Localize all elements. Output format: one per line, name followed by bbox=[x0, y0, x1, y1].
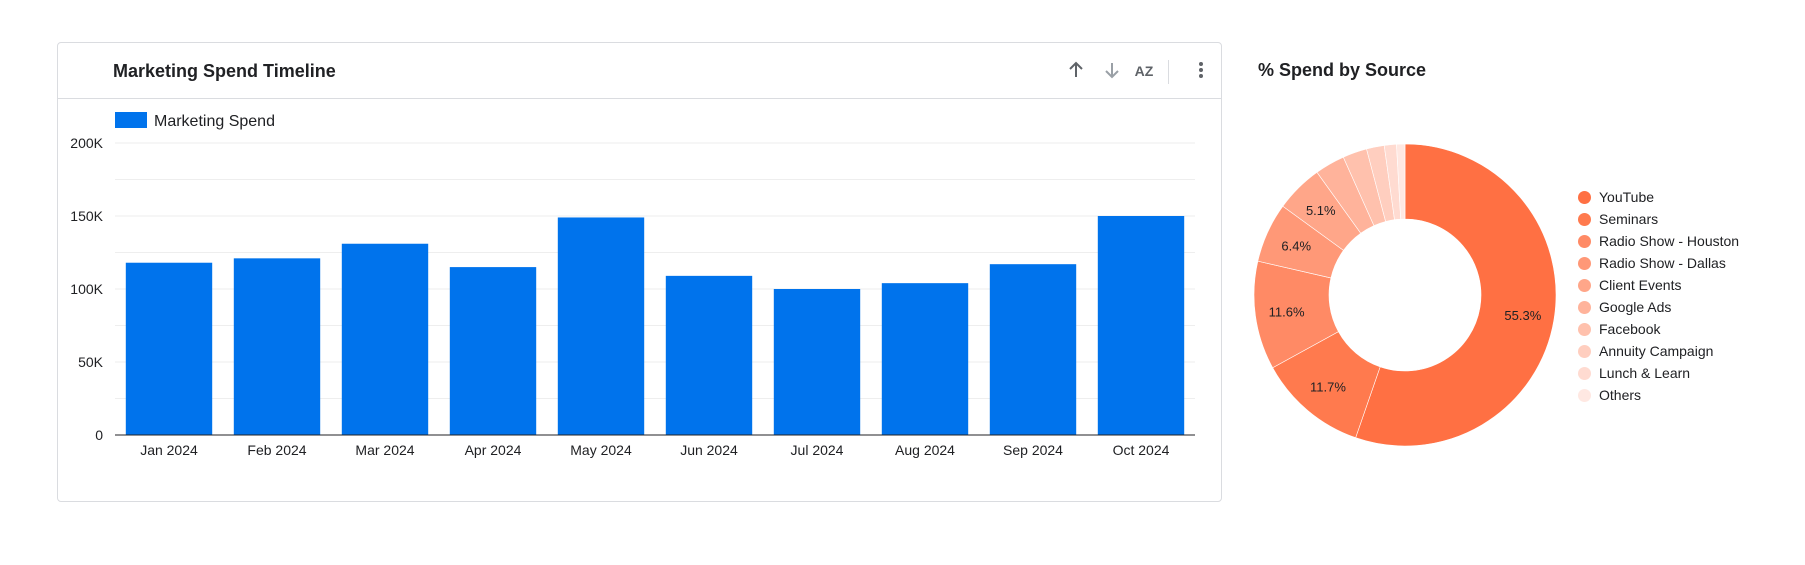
legend-dot-icon bbox=[1578, 301, 1591, 314]
legend-label: YouTube bbox=[1599, 189, 1655, 205]
y-tick-label: 50K bbox=[78, 354, 104, 370]
bar-chart-card: Marketing Spend Timeline AZ 0 50K 100K 150K… bbox=[57, 42, 1222, 502]
donut-chart: 55.3% 11.7% 11.6% 6.4% 5.1% bbox=[1253, 143, 1557, 447]
x-tick-label: Jun 2024 bbox=[680, 442, 738, 458]
legend-label: Client Events bbox=[1599, 277, 1682, 293]
bar[interactable] bbox=[665, 275, 753, 435]
legend-label: Seminars bbox=[1599, 211, 1659, 227]
bar[interactable] bbox=[449, 267, 537, 435]
legend-label: Google Ads bbox=[1599, 299, 1672, 315]
legend-dot-icon bbox=[1578, 257, 1591, 270]
bar[interactable] bbox=[881, 283, 969, 435]
x-tick-label: Feb 2024 bbox=[247, 442, 306, 458]
y-tick-label: 200K bbox=[70, 135, 103, 151]
legend-label: Annuity Campaign bbox=[1599, 343, 1714, 359]
bar[interactable] bbox=[125, 262, 213, 435]
slice-percent-label: 6.4% bbox=[1281, 238, 1311, 253]
legend-swatch bbox=[115, 112, 147, 128]
slice-percent-label: 55.3% bbox=[1504, 308, 1541, 323]
x-tick-label: Oct 2024 bbox=[1113, 442, 1170, 458]
legend-label: Lunch & Learn bbox=[1599, 365, 1691, 381]
x-tick-label: Jul 2024 bbox=[791, 442, 844, 458]
y-tick-label: 150K bbox=[70, 208, 103, 224]
bar[interactable] bbox=[989, 264, 1077, 435]
legend-label: Radio Show - Houston bbox=[1599, 233, 1740, 249]
donut-chart-title: % Spend by Source bbox=[1258, 60, 1427, 80]
slice-percent-label: 11.7% bbox=[1310, 379, 1346, 394]
x-tick-label: May 2024 bbox=[570, 442, 632, 458]
bar[interactable] bbox=[773, 289, 861, 435]
legend-dot-icon bbox=[1578, 389, 1591, 402]
x-tick-label: Apr 2024 bbox=[465, 442, 522, 458]
y-tick-label: 0 bbox=[95, 427, 103, 443]
legend-dot-icon bbox=[1578, 191, 1591, 204]
legend-dot-icon bbox=[1578, 345, 1591, 358]
legend-dot-icon bbox=[1578, 235, 1591, 248]
legend-label: Others bbox=[1599, 387, 1642, 403]
y-tick-label: 100K bbox=[70, 281, 103, 297]
slice-percent-label: 5.1% bbox=[1306, 203, 1336, 218]
x-tick-label: Sep 2024 bbox=[1003, 442, 1063, 458]
bar-chart: 0 50K 100K 150K 200K Jan 2024 Feb 2024 Mar 2024… bbox=[70, 112, 1195, 458]
x-tick-label: Aug 2024 bbox=[895, 442, 955, 458]
x-tick-label: Mar 2024 bbox=[355, 442, 414, 458]
legend-label: Radio Show - Dallas bbox=[1599, 255, 1726, 271]
bar[interactable] bbox=[341, 243, 429, 435]
legend-dot-icon bbox=[1578, 367, 1591, 380]
legend-dot-icon bbox=[1578, 213, 1591, 226]
bar[interactable] bbox=[557, 217, 645, 435]
x-tick-label: Jan 2024 bbox=[140, 442, 198, 458]
bar[interactable] bbox=[233, 258, 321, 435]
legend-dot-icon bbox=[1578, 279, 1591, 292]
legend-dot-icon bbox=[1578, 323, 1591, 336]
legend-label: Facebook bbox=[1599, 321, 1661, 337]
bar[interactable] bbox=[1097, 216, 1185, 435]
legend-label: Marketing Spend bbox=[154, 113, 275, 130]
slice-percent-label: 11.6% bbox=[1269, 304, 1305, 319]
